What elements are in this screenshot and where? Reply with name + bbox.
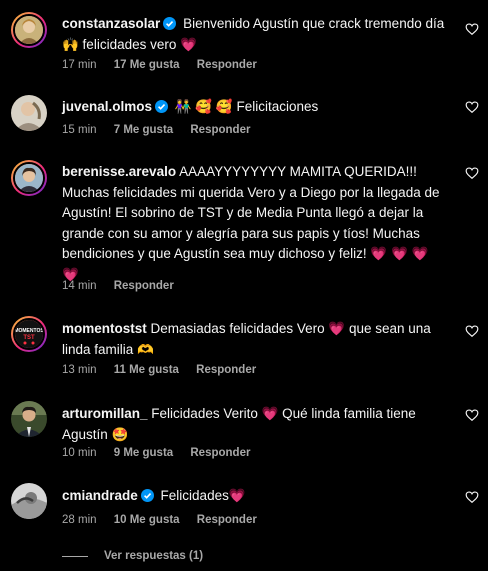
comment-text-line: Demasiadas felicidades Vero 💗 que sean u… [150, 321, 431, 336]
reply-button[interactable]: Responder [197, 514, 257, 526]
heart-icon[interactable] [465, 166, 479, 180]
comment-text-line: 👫 🥰 🥰 Felicitaciones [174, 99, 319, 114]
comment-time: 10 min [62, 447, 97, 459]
heart-icon[interactable] [465, 490, 479, 504]
comment-body: constanzasolar Bienvenido Agustín que cr… [62, 14, 452, 55]
comment-time: 15 min [62, 124, 97, 136]
avatar[interactable] [11, 95, 47, 131]
reply-button[interactable]: Responder [190, 124, 250, 136]
comment-meta: 28 min 10 Me gusta Responder [62, 514, 271, 526]
comment-username[interactable]: juvenal.olmos [62, 99, 152, 114]
comment-text-line: Bienvenido Agustín que crack tremendo dí… [183, 16, 445, 31]
comment-time: 13 min [62, 364, 97, 376]
comment-text-line: bendiciones y que Agustín sea muy dichos… [62, 246, 429, 261]
comment-meta: 14 min Responder [62, 280, 188, 292]
comment-text-line: AAAAYYYYYYYY MAMITA QUERIDA!!! [179, 164, 417, 179]
comment-text-line: Felicidades Verito 💗 Qué linda familia t… [151, 406, 416, 421]
avatar[interactable] [11, 401, 47, 437]
replies-divider-line [62, 555, 88, 557]
comment-text-line: grande con su amor y alegría para sus pa… [62, 225, 420, 241]
reply-button[interactable]: Responder [196, 364, 256, 376]
comment-text-line: linda familia 🫶 [62, 341, 154, 357]
comment-body: cmiandrade Felicidades💗 [62, 486, 452, 507]
verified-badge-icon [140, 489, 154, 502]
comment-username[interactable]: constanzasolar [62, 16, 160, 31]
avatar[interactable] [11, 12, 47, 48]
comment-meta: 10 min 9 Me gusta Responder [62, 447, 264, 459]
svg-text:TST: TST [23, 335, 35, 341]
comment-time: 17 min [62, 59, 97, 71]
avatar[interactable]: MOMENTOS TST [11, 316, 47, 352]
likes-count[interactable]: 11 Me gusta [114, 364, 179, 376]
comment-username[interactable]: arturomillan_ [62, 406, 148, 421]
comment-meta: 17 min 17 Me gusta Responder [62, 59, 271, 71]
view-replies-button[interactable]: Ver respuestas (1) [62, 550, 203, 562]
reply-button[interactable]: Responder [190, 447, 250, 459]
likes-count[interactable]: 17 Me gusta [114, 59, 180, 71]
comment-meta: 15 min 7 Me gusta Responder [62, 124, 264, 136]
avatar[interactable] [11, 483, 47, 519]
likes-count[interactable]: 9 Me gusta [114, 447, 173, 459]
comment-text-line: Agustín 🤩 [62, 426, 129, 442]
view-replies-label: Ver respuestas (1) [104, 550, 204, 562]
likes-count[interactable]: 10 Me gusta [114, 514, 180, 526]
comment-text-line: 🙌 felicidades vero 💗 [62, 36, 197, 52]
comment-text-line: Felicidades💗 [160, 488, 246, 503]
verified-badge-icon [155, 100, 169, 113]
reply-button[interactable]: Responder [114, 280, 174, 292]
comment-body: momentostst Demasiadas felicidades Vero … [62, 319, 452, 360]
comment-username[interactable]: momentostst [62, 321, 147, 336]
comment-body: arturomillan_ Felicidades Verito 💗 Qué l… [62, 404, 452, 445]
comment-text-line: Agustín! El sobrino de TST y de Media Pu… [62, 205, 424, 220]
heart-icon[interactable] [465, 100, 479, 114]
comment-body: juvenal.olmos 👫 🥰 🥰 Felicitaciones [62, 97, 452, 118]
heart-icon[interactable] [465, 324, 479, 338]
comment-time: 14 min [62, 280, 97, 292]
heart-icon[interactable] [465, 22, 479, 36]
verified-badge-icon [163, 17, 177, 30]
comment-time: 28 min [62, 514, 97, 526]
comment-username[interactable]: berenisse.arevalo [62, 164, 176, 179]
likes-count[interactable]: 7 Me gusta [114, 124, 173, 136]
comment-text-line: Muchas felicidades mi querida Vero y a D… [62, 184, 440, 200]
comment-body: berenisse.arevalo AAAAYYYYYYYY MAMITA QU… [62, 162, 452, 285]
svg-text:MOMENTOS: MOMENTOS [15, 328, 43, 334]
reply-button[interactable]: Responder [197, 59, 257, 71]
comment-meta: 13 min 11 Me gusta Responder [62, 364, 270, 376]
avatar[interactable] [11, 160, 47, 196]
heart-icon[interactable] [465, 408, 479, 422]
comment-username[interactable]: cmiandrade [62, 488, 138, 503]
